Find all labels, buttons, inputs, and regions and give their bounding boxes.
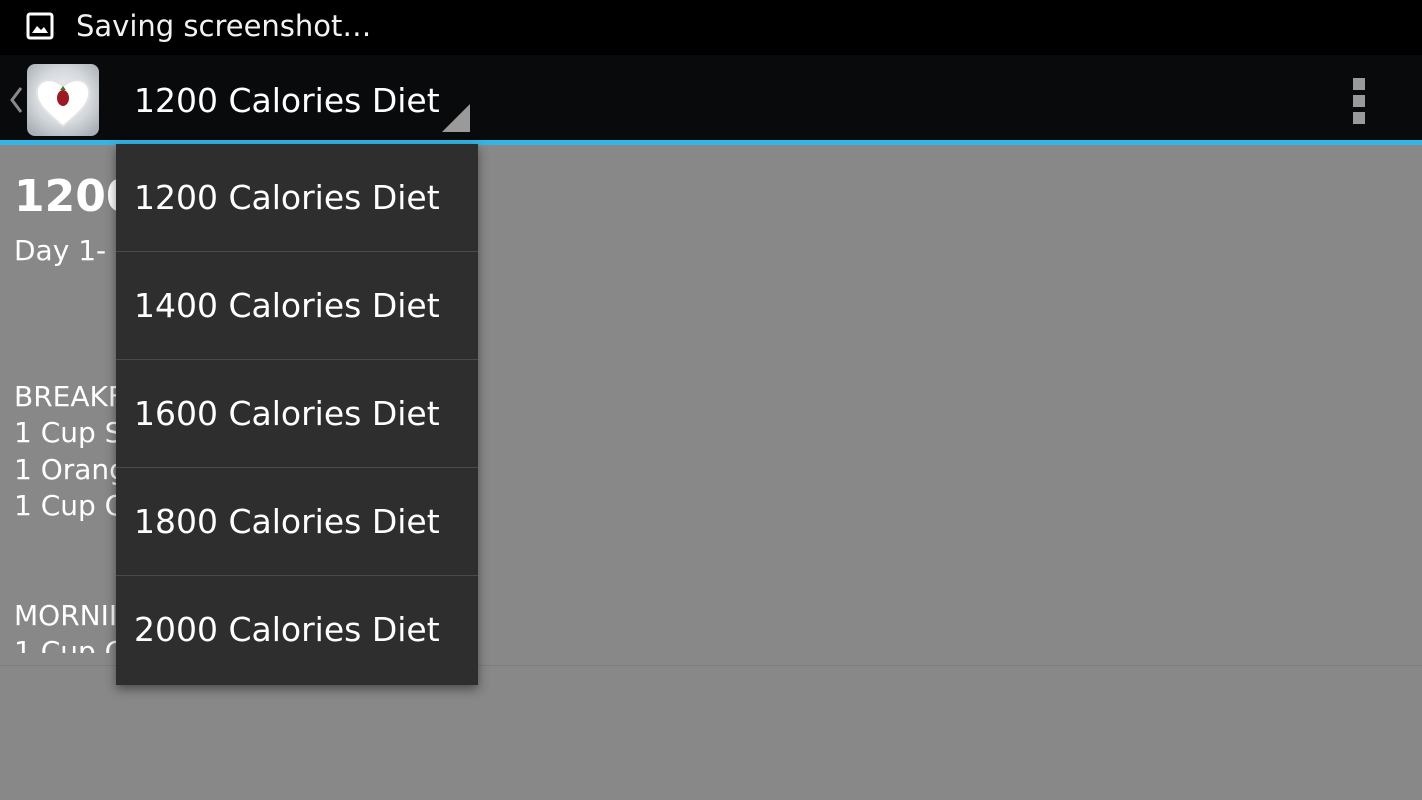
dropdown-item-label: 1600 Calories Diet	[134, 394, 440, 433]
dropdown-item-1200[interactable]: 1200 Calories Diet	[116, 144, 478, 252]
dropdown-item-label: 1800 Calories Diet	[134, 502, 440, 541]
diet-dropdown-menu: 1200 Calories Diet 1400 Calories Diet 16…	[116, 144, 478, 685]
app-icon[interactable]	[27, 64, 99, 136]
dropdown-item-2000[interactable]: 2000 Calories Diet	[116, 576, 478, 683]
overflow-menu-icon[interactable]	[1346, 76, 1372, 126]
dropdown-item-1800[interactable]: 1800 Calories Diet	[116, 468, 478, 576]
breakfast-label: BREAKF	[14, 380, 124, 413]
status-text: Saving screenshot…	[76, 9, 372, 43]
morning-snack-label: MORNII	[14, 599, 118, 632]
dropdown-item-1400[interactable]: 1400 Calories Diet	[116, 252, 478, 360]
dropdown-item-1600[interactable]: 1600 Calories Diet	[116, 360, 478, 468]
breakfast-item: 1 Cup O	[14, 489, 127, 522]
chevron-left-icon[interactable]	[6, 84, 26, 116]
breakfast-item: 1 Cup S	[14, 416, 123, 449]
morning-snack-item: 1 Cup C	[14, 635, 125, 653]
spinner-triangle-icon[interactable]	[442, 104, 470, 132]
strawberry-heart-app-icon	[27, 64, 99, 136]
dropdown-item-label: 2000 Calories Diet	[134, 610, 440, 649]
diet-spinner-title[interactable]: 1200 Calories Diet	[134, 78, 440, 124]
dropdown-item-label: 1400 Calories Diet	[134, 286, 440, 325]
status-bar: Saving screenshot…	[0, 0, 1422, 55]
image-icon	[26, 12, 54, 40]
dropdown-item-label: 1200 Calories Diet	[134, 178, 440, 217]
day-label: Day 1-	[14, 234, 107, 267]
breakfast-item: 1 Orang	[14, 453, 127, 486]
